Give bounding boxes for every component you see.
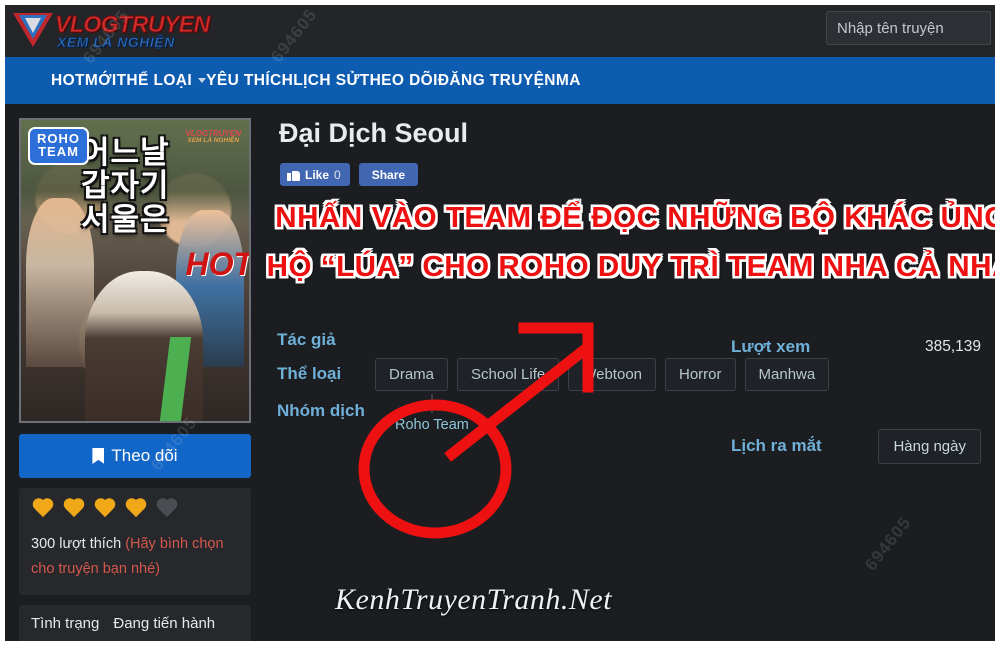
heart-icon-1[interactable] (31, 499, 55, 521)
views-label: Lượt xem (731, 337, 811, 356)
cover-team-badge-line1: ROHO (37, 131, 80, 146)
nav-label: LỊCH SỬ (293, 71, 360, 89)
nav-item-hot[interactable]: HOT (51, 72, 85, 90)
search-input[interactable] (826, 11, 991, 45)
follow-button-label: Theo dõi (111, 446, 178, 465)
content-area: 어느날 갑자기 서울은 ROHO TEAM VLOGTRUYEN XEM LÀ … (5, 5, 995, 641)
chevron-down-icon (198, 78, 207, 83)
cover-team-badge: ROHO TEAM (28, 127, 89, 165)
bookmark-icon (92, 448, 105, 464)
sidebar: 어느날 갑자기 서울은 ROHO TEAM VLOGTRUYEN XEM LÀ … (19, 118, 251, 641)
share-label: Share (371, 167, 406, 182)
nav-label: THỂ LOẠI (116, 71, 193, 89)
nav-item-dang-truyen[interactable]: ĐĂNG TRUYỆN (438, 72, 556, 90)
cover-hot-label: HOT (185, 246, 251, 283)
facebook-share-button[interactable]: Share (358, 163, 419, 186)
like-counter: 0 (334, 167, 341, 182)
metadata-row-views: Lượt xem 385,139 (731, 324, 981, 370)
nav-label: HOT (51, 71, 85, 89)
nav-item-yeu-thich[interactable]: YÊU THÍCH (206, 72, 293, 90)
cover-watermark-line2: XEM LÀ NGHIỆN (187, 137, 240, 145)
heart-icon-2[interactable] (62, 499, 86, 521)
team-name-label: Roho Team (395, 417, 469, 433)
comic-cover-image[interactable]: 어느날 갑자기 서울은 ROHO TEAM VLOGTRUYEN XEM LÀ … (19, 118, 251, 423)
schedule-value-button[interactable]: Hàng ngày (878, 428, 981, 464)
follow-button[interactable]: Theo dõi (19, 434, 251, 478)
author-label: Tác giả (277, 330, 336, 349)
nav-label: YÊU THÍCH (206, 71, 294, 89)
team-avatar (430, 394, 433, 413)
genre-tag-drama[interactable]: Drama (375, 358, 449, 391)
cover-korean-title: 어느날 갑자기 서울은 (81, 135, 170, 237)
page-title: Đại Dịch Seoul (279, 118, 469, 148)
nav-label: MỚI (84, 71, 117, 89)
cover-team-badge-line2: TEAM (38, 144, 79, 160)
status-panel: Tình trạng Đang tiến hành (19, 604, 251, 641)
site-logo[interactable]: VLOGTRUYEN XEM LÀ NGHIỆN (13, 7, 211, 55)
metadata-right: Lượt xem 385,139 Lịch ra mắt Hàng ngày (731, 324, 981, 472)
like-label: Like (305, 167, 330, 182)
cover-site-watermark: VLOGTRUYEN XEM LÀ NGHIỆN (185, 129, 241, 145)
site-header: VLOGTRUYEN XEM LÀ NGHIỆN (5, 5, 995, 58)
search-box (826, 11, 991, 45)
logo-secondary-text: XEM LÀ NGHIỆN (57, 34, 175, 51)
status-badge: Đang tiến hành (113, 614, 216, 632)
watermark-id-3: 694605 (861, 513, 915, 575)
logo-triangle-icon (13, 13, 53, 51)
detail-panel: Đại Dịch Seoul Like 0 Share NHẤN VÀO TEA… (267, 118, 995, 464)
social-buttons: Like 0 Share (280, 163, 981, 186)
team-label: Nhóm dịch (277, 401, 365, 420)
nav-label: MA (555, 71, 581, 89)
nav-item-theo-doi[interactable]: THEO DÕI (360, 72, 438, 90)
genre-tag-webtoon[interactable]: Webtoon (568, 358, 656, 391)
genre-label: Thể loại (277, 364, 342, 383)
like-count-text: 300 lượt thích (31, 536, 122, 552)
heart-icon-4[interactable] (124, 499, 148, 521)
rating-panel: 300 lượt thích (Hãy bình chọn cho truyện… (19, 488, 251, 595)
thumbs-up-icon (287, 169, 300, 181)
status-label: Tình trạng (31, 614, 100, 632)
genre-tag-horror[interactable]: Horror (665, 358, 736, 391)
metadata-row-schedule: Lịch ra mắt Hàng ngày (731, 420, 981, 472)
main-navigation: HOT MỚI THỂ LOẠI YÊU THÍCH LỊCH SỬ THEO … (5, 57, 995, 107)
facebook-like-button[interactable]: Like 0 (280, 163, 350, 186)
translation-team-link[interactable]: Roho Team (395, 394, 469, 433)
nav-item-ma[interactable]: MA (556, 72, 581, 90)
heart-icon-5[interactable] (155, 499, 179, 521)
views-value: 385,139 (924, 338, 981, 355)
like-summary: 300 lượt thích (Hãy bình chọn cho truyện… (31, 532, 239, 583)
nav-item-moi[interactable]: MỚI (85, 72, 117, 90)
nav-label: ĐĂNG TRUYỆN (437, 71, 556, 89)
genre-tag-school-life[interactable]: School Life (457, 358, 560, 391)
promo-banner-line-1: NHẤN VÀO TEAM ĐỂ ĐỌC NHỮNG BỘ KHÁC ỦNG (275, 202, 1000, 234)
nav-label: THEO DÕI (359, 71, 438, 89)
nav-item-lich-su[interactable]: LỊCH SỬ (293, 72, 359, 90)
nav-item-the-loai[interactable]: THỂ LOẠI (117, 72, 207, 90)
page-root: VLOGTRUYEN XEM LÀ NGHIỆN HOT MỚI THỂ LOẠ… (0, 0, 1000, 646)
schedule-label: Lịch ra mắt (731, 436, 822, 455)
heart-icon-3[interactable] (93, 499, 117, 521)
promo-banner-line-2: HỘ “LÚA” CHO ROHO DUY TRÌ TEAM NHA CẢ NH… (266, 251, 1000, 283)
promo-banner: NHẤN VÀO TEAM ĐỂ ĐỌC NHỮNG BỘ KHÁC ỦNG H… (267, 204, 995, 302)
heart-rating[interactable] (31, 499, 239, 521)
